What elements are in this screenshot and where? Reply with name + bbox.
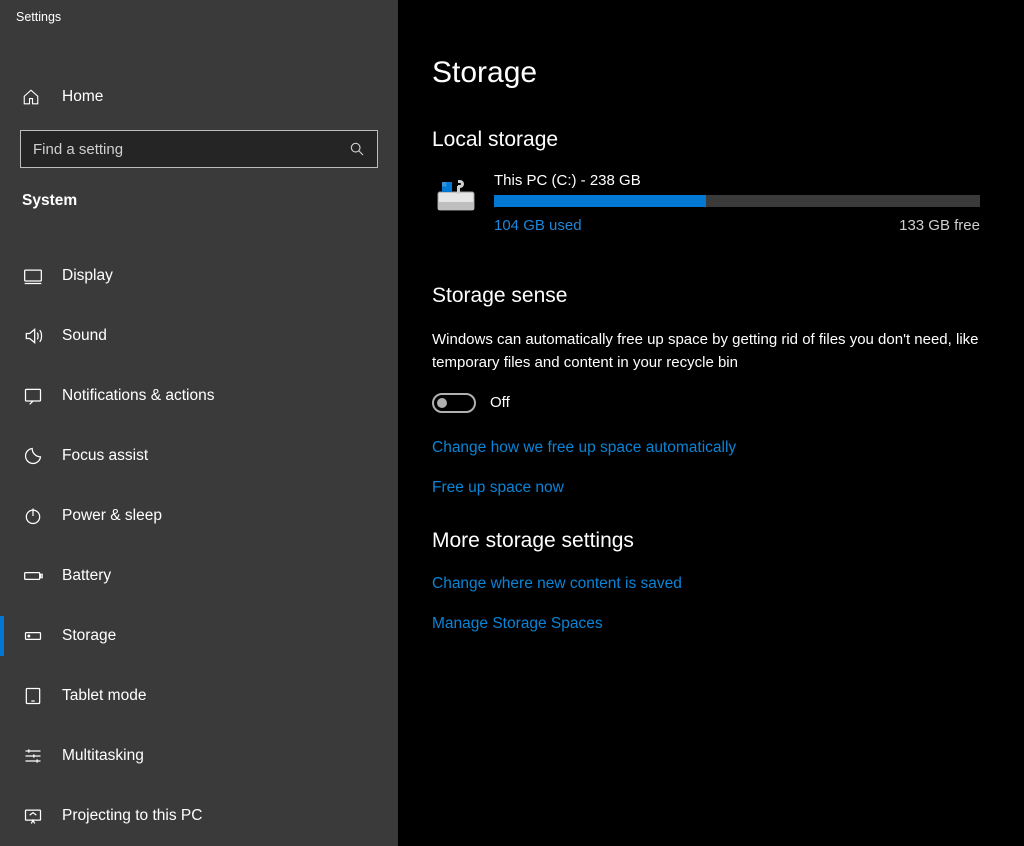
drive-name: This PC (C:) - 238 GB	[494, 172, 980, 189]
storage-sense-description: Windows can automatically free up space …	[432, 328, 980, 375]
search-settings[interactable]	[20, 130, 378, 168]
drive-icon	[432, 176, 480, 216]
sidebar-home[interactable]: Home	[0, 76, 398, 118]
sidebar-item-label: Focus assist	[62, 447, 148, 465]
window-title: Settings	[0, 0, 398, 24]
projecting-icon	[22, 805, 44, 827]
usage-bar	[494, 195, 980, 207]
display-icon	[22, 265, 44, 287]
link-manage-storage-spaces[interactable]: Manage Storage Spaces	[432, 615, 980, 633]
sidebar-item-sound[interactable]: Sound	[0, 306, 398, 366]
used-label: 104 GB used	[494, 217, 582, 234]
sidebar-item-label: Projecting to this PC	[62, 807, 202, 825]
sidebar-group-label: System	[0, 168, 398, 210]
link-change-save-location[interactable]: Change where new content is saved	[432, 575, 980, 593]
sidebar-item-multitasking[interactable]: Multitasking	[0, 726, 398, 786]
multitasking-icon	[22, 745, 44, 767]
toggle-knob	[437, 398, 447, 408]
sidebar-item-label: Sound	[62, 327, 107, 345]
search-input[interactable]	[33, 141, 349, 158]
sidebar-home-label: Home	[62, 88, 103, 106]
sidebar-item-projecting[interactable]: Projecting to this PC	[0, 786, 398, 846]
sidebar-item-battery[interactable]: Battery	[0, 546, 398, 606]
focus-assist-icon	[22, 445, 44, 467]
sidebar-item-label: Power & sleep	[62, 507, 162, 525]
storage-page: Storage Local storage This PC (C:) - 238…	[398, 0, 1024, 846]
battery-icon	[22, 565, 44, 587]
search-icon	[349, 141, 365, 157]
storage-sense-toggle-label: Off	[490, 394, 510, 411]
settings-sidebar: Settings Home System	[0, 0, 398, 846]
sidebar-item-label: Display	[62, 267, 113, 285]
sound-icon	[22, 325, 44, 347]
power-icon	[22, 505, 44, 527]
more-settings-title: More storage settings	[432, 529, 980, 553]
drive-c-row[interactable]: This PC (C:) - 238 GB 104 GB used 133 GB…	[432, 172, 980, 234]
usage-bar-fill	[494, 195, 706, 207]
sidebar-item-display[interactable]: Display	[0, 246, 398, 306]
storage-sense-title: Storage sense	[432, 284, 980, 308]
page-title: Storage	[432, 56, 980, 90]
link-change-auto-free[interactable]: Change how we free up space automaticall…	[432, 439, 980, 457]
sidebar-item-label: Tablet mode	[62, 687, 146, 705]
local-storage-title: Local storage	[432, 128, 980, 152]
sidebar-item-label: Notifications & actions	[62, 387, 215, 405]
storage-icon	[22, 625, 44, 647]
sidebar-item-label: Battery	[62, 567, 111, 585]
sidebar-item-label: Storage	[62, 627, 116, 645]
sidebar-item-focus-assist[interactable]: Focus assist	[0, 426, 398, 486]
home-icon	[22, 88, 44, 106]
sidebar-item-label: Multitasking	[62, 747, 144, 765]
notifications-icon	[22, 385, 44, 407]
tablet-icon	[22, 685, 44, 707]
link-free-up-now[interactable]: Free up space now	[432, 479, 980, 497]
sidebar-item-notifications[interactable]: Notifications & actions	[0, 366, 398, 426]
storage-sense-toggle[interactable]	[432, 393, 476, 413]
sidebar-item-storage[interactable]: Storage	[0, 606, 398, 666]
sidebar-item-tablet-mode[interactable]: Tablet mode	[0, 666, 398, 726]
sidebar-nav: Display Sound Notifications & actions Fo…	[0, 246, 398, 846]
free-label: 133 GB free	[899, 217, 980, 234]
sidebar-item-power-sleep[interactable]: Power & sleep	[0, 486, 398, 546]
